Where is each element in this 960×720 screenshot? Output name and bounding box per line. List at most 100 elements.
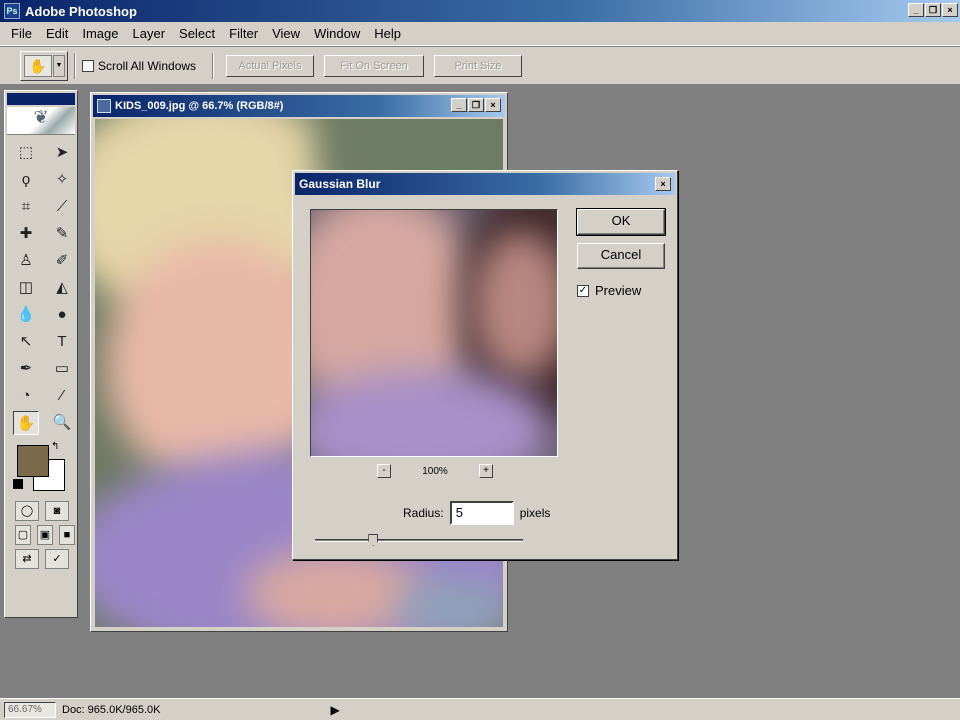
dialog-title: Gaussian Blur <box>299 177 381 191</box>
document-title: KIDS_009.jpg @ 66.7% (RGB/8#) <box>115 100 284 112</box>
eyedropper-tool-icon[interactable]: ⁄ <box>49 384 75 408</box>
paint-bucket-tool-icon[interactable]: ◭ <box>49 276 75 300</box>
status-zoom-field[interactable]: 66.67% <box>4 701 56 718</box>
preview-checkbox[interactable]: ✓ <box>577 284 589 297</box>
checkmark-icon[interactable]: ✓ <box>45 549 69 569</box>
tool-preset-picker[interactable]: ✋ ▼ <box>20 51 68 81</box>
radius-slider[interactable] <box>315 534 523 546</box>
full-screen-menu-mode-icon[interactable]: ▣ <box>37 525 53 545</box>
document-restore-button[interactable]: ❐ <box>468 98 484 112</box>
radius-label: Radius: <box>403 506 444 520</box>
print-size-button[interactable]: Print Size <box>434 55 522 77</box>
preview-label: Preview <box>595 283 642 298</box>
options-separator <box>74 53 76 79</box>
options-bar: ✋ ▼ Scroll All Windows Actual Pixels Fit… <box>0 47 960 85</box>
radius-input[interactable]: 5 <box>449 501 514 525</box>
document-window-controls: _ ❐ × <box>451 98 501 112</box>
quick-mask-mode-icon[interactable]: ◙ <box>45 501 69 521</box>
menu-help[interactable]: Help <box>367 26 408 41</box>
scroll-all-windows-label: Scroll All Windows <box>98 59 197 73</box>
gaussian-blur-dialog: Gaussian Blur × - 100% + OK Cancel ✓ Pre… <box>292 170 678 560</box>
dialog-close-button[interactable]: × <box>655 177 671 191</box>
path-selection-tool-icon[interactable]: ↖ <box>13 330 39 354</box>
restore-button[interactable]: ❐ <box>925 3 941 17</box>
crop-tool-icon[interactable]: ⌗ <box>13 195 39 219</box>
hand-tool-icon[interactable]: ✋ <box>13 411 39 435</box>
document-icon <box>97 99 111 113</box>
feather-logo-icon[interactable]: ❦ <box>7 107 75 135</box>
dodge-tool-icon[interactable]: ● <box>49 303 75 327</box>
ok-button[interactable]: OK <box>576 208 666 236</box>
actual-pixels-button[interactable]: Actual Pixels <box>226 55 314 77</box>
document-minimize-button[interactable]: _ <box>451 98 467 112</box>
standard-screen-mode-icon[interactable]: ▢ <box>15 525 31 545</box>
clone-stamp-tool-icon[interactable]: ♙ <box>13 249 39 273</box>
color-wells: ↰ <box>5 439 77 497</box>
close-button[interactable]: × <box>942 3 958 17</box>
rectangle-tool-icon[interactable]: ▭ <box>49 357 75 381</box>
menu-image[interactable]: Image <box>75 26 125 41</box>
preview-option[interactable]: ✓ Preview <box>577 283 641 298</box>
app-title: Adobe Photoshop <box>25 3 137 19</box>
zoom-in-button[interactable]: + <box>478 464 493 478</box>
app-title-bar: Ps Adobe Photoshop _ ❐ × <box>0 0 960 22</box>
preview-zoom-row: - 100% + <box>377 463 493 479</box>
status-menu-arrow-icon[interactable]: ▶ <box>330 703 339 717</box>
marquee-tool-icon[interactable]: ⬚ <box>13 141 39 165</box>
menu-bar: File Edit Image Layer Select Filter View… <box>0 22 960 46</box>
blur-tool-icon[interactable]: 💧 <box>13 303 39 327</box>
menu-layer[interactable]: Layer <box>126 26 173 41</box>
move-tool-icon[interactable]: ➤ <box>49 141 75 165</box>
lasso-tool-icon[interactable]: ϙ <box>13 168 39 192</box>
magic-wand-tool-icon[interactable]: ✧ <box>49 168 75 192</box>
photoshop-icon: Ps <box>4 3 20 19</box>
toolbox-title-bar[interactable] <box>7 93 75 105</box>
document-close-button[interactable]: × <box>485 98 501 112</box>
healing-brush-tool-icon[interactable]: ✚ <box>13 222 39 246</box>
preview-zoom-value: 100% <box>422 465 448 477</box>
window-controls: _ ❐ × <box>908 3 958 17</box>
toolbox: ❦ ⬚ ➤ ϙ ✧ ⌗ ⟋ ✚ ✎ ♙ ✐ ◫ ◭ 💧 ● ↖ T ✒ ▭ ◔ ⁄ ✋ 🔍 ↰ ◯ ◙ ▢ ▣ ■ ⇄ ✓ <box>4 90 78 618</box>
history-brush-tool-icon[interactable]: ✐ <box>49 249 75 273</box>
status-bar: 66.67% Doc: 965.0K/965.0K ▶ <box>0 698 960 720</box>
menu-edit[interactable]: Edit <box>39 26 75 41</box>
pen-tool-icon[interactable]: ✒ <box>13 357 39 381</box>
menu-select[interactable]: Select <box>172 26 222 41</box>
cancel-button[interactable]: Cancel <box>577 243 665 269</box>
radius-unit-label: pixels <box>519 506 551 520</box>
zoom-out-button[interactable]: - <box>377 464 391 478</box>
document-title-bar[interactable]: KIDS_009.jpg @ 66.7% (RGB/8#) <box>93 95 505 117</box>
menu-file[interactable]: File <box>4 26 39 41</box>
mask-mode-row: ◯ ◙ <box>5 497 77 521</box>
foreground-color-swatch[interactable] <box>17 445 49 477</box>
swap-colors-icon[interactable]: ↰ <box>51 441 59 452</box>
notes-tool-icon[interactable]: ◔ <box>13 384 39 408</box>
minimize-button[interactable]: _ <box>908 3 924 17</box>
zoom-tool-icon[interactable]: 🔍 <box>49 411 75 435</box>
options-separator <box>212 53 214 79</box>
menu-filter[interactable]: Filter <box>222 26 265 41</box>
jump-row: ⇄ ✓ <box>5 545 77 569</box>
type-tool-icon[interactable]: T <box>49 330 75 354</box>
radius-slider-thumb[interactable] <box>368 534 379 546</box>
chevron-down-icon[interactable]: ▼ <box>53 55 65 77</box>
hand-tool-icon: ✋ <box>24 55 52 77</box>
brush-tool-icon[interactable]: ✎ <box>49 222 75 246</box>
dialog-title-bar[interactable]: Gaussian Blur <box>295 173 675 195</box>
default-colors-icon[interactable] <box>13 479 23 489</box>
scroll-all-windows-checkbox[interactable] <box>82 60 94 72</box>
slice-tool-icon[interactable]: ⟋ <box>49 195 75 219</box>
full-screen-mode-icon[interactable]: ■ <box>59 525 75 545</box>
menu-window[interactable]: Window <box>307 26 367 41</box>
eraser-tool-icon[interactable]: ◫ <box>13 276 39 300</box>
filter-preview[interactable] <box>310 209 558 457</box>
menu-view[interactable]: View <box>265 26 307 41</box>
standard-mode-icon[interactable]: ◯ <box>15 501 39 521</box>
radius-row: Radius: 5 pixels <box>403 501 550 525</box>
tool-grid: ⬚ ➤ ϙ ✧ ⌗ ⟋ ✚ ✎ ♙ ✐ ◫ ◭ 💧 ● ↖ T ✒ ▭ ◔ ⁄ ✋ 🔍 <box>5 135 77 435</box>
scroll-all-windows-option[interactable]: Scroll All Windows <box>82 59 196 73</box>
status-doc-size: Doc: 965.0K/965.0K <box>62 703 161 716</box>
screen-mode-row: ▢ ▣ ■ <box>5 521 77 545</box>
fit-on-screen-button[interactable]: Fit On Screen <box>324 55 424 77</box>
jump-to-imageready-icon[interactable]: ⇄ <box>15 549 39 569</box>
